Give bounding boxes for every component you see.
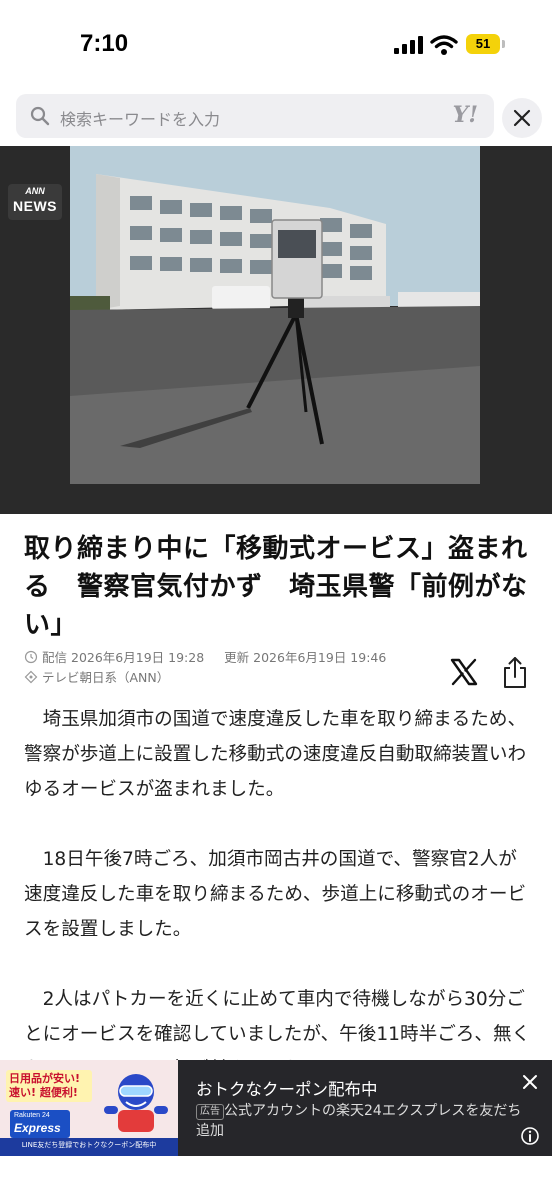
battery-tip xyxy=(502,40,505,48)
article-body: 埼玉県加須市の国道で速度違反した車を取り締まるため、警察が歩道上に設置した移動式… xyxy=(24,702,532,1122)
source-icon xyxy=(24,670,38,684)
updated-date: 2026年6月19日 19:46 xyxy=(253,650,387,665)
ad-image[interactable]: 日用品が安い! 速い! 超便利! Rakuten 24 Express LINE… xyxy=(0,1060,178,1156)
article-dates: 配信 2026年6月19日 19:28 更新 2026年6月19日 19:46 xyxy=(24,648,444,668)
article-source: テレビ朝日系（ANN） xyxy=(24,668,444,688)
ad-image-footer: LINE友だち登録でおトクなクーポン配布中 xyxy=(0,1138,178,1156)
article-meta: 配信 2026年6月19日 19:28 更新 2026年6月19日 19:46 … xyxy=(24,648,444,688)
ad-info-icon[interactable] xyxy=(520,1126,540,1146)
mascot-illustration xyxy=(104,1074,168,1132)
source-name[interactable]: テレビ朝日系（ANN） xyxy=(42,670,169,685)
close-button[interactable] xyxy=(502,98,542,138)
cellular-signal-icon xyxy=(394,36,423,54)
home-indicator-area xyxy=(0,1156,552,1200)
search-icon xyxy=(30,106,50,126)
article-photo[interactable]: ANN NEWS xyxy=(0,146,552,514)
article-paragraph: 18日午後7時ごろ、加須市岡古井の国道で、警察官2人が速度違反した車を取り締まる… xyxy=(24,849,527,940)
clock-icon xyxy=(24,650,38,664)
battery-indicator: 51 xyxy=(466,34,500,54)
ad-description-cont: 追加 xyxy=(196,1123,224,1139)
ann-logo-top: ANN xyxy=(25,186,45,196)
share-icon[interactable] xyxy=(500,656,530,690)
article-paragraph: 埼玉県加須市の国道で速度違反した車を取り締まるため、警察が歩道上に設置した移動式… xyxy=(24,709,527,800)
search-placeholder: 検索キーワードを入力 xyxy=(60,110,221,129)
status-time: 7:10 xyxy=(80,30,129,57)
x-share-icon[interactable] xyxy=(448,656,480,688)
ad-banner[interactable]: 日用品が安い! 速い! 超便利! Rakuten 24 Express LINE… xyxy=(0,1060,552,1156)
ad-label-badge: 広告 xyxy=(196,1104,224,1120)
rakuten-logo: Rakuten 24 Express xyxy=(10,1110,70,1138)
ad-description: 公式アカウントの楽天24エクスプレスを友だち xyxy=(224,1103,522,1119)
ad-title[interactable]: おトクなクーポン配布中 xyxy=(196,1076,378,1100)
close-icon xyxy=(513,109,531,127)
status-bar: 7:10 51 xyxy=(0,0,552,88)
ann-news-logo: ANN NEWS xyxy=(8,184,62,220)
rakuten-logo-main: Express xyxy=(14,1121,61,1135)
ad-close-icon[interactable] xyxy=(520,1072,540,1092)
wifi-icon xyxy=(430,35,458,55)
yahoo-logo: Y! xyxy=(452,102,478,128)
ad-image-copy: 日用品が安い! 速い! 超便利! xyxy=(6,1070,92,1102)
photo-illustration xyxy=(0,146,552,514)
published-label: 配信 xyxy=(42,650,68,665)
search-input[interactable]: 検索キーワードを入力 Y! xyxy=(16,94,494,138)
updated-label: 更新 xyxy=(224,650,250,665)
ann-logo-bottom: NEWS xyxy=(13,198,57,214)
published-date: 2026年6月19日 19:28 xyxy=(71,650,205,665)
rakuten-logo-small: Rakuten 24 xyxy=(14,1112,50,1119)
article-headline: 取り締まり中に「移動式オービス」盗まれる 警察官気付かず 埼玉県警「前例がない」 xyxy=(24,534,528,640)
search-bar-row: 検索キーワードを入力 Y! xyxy=(0,88,552,146)
